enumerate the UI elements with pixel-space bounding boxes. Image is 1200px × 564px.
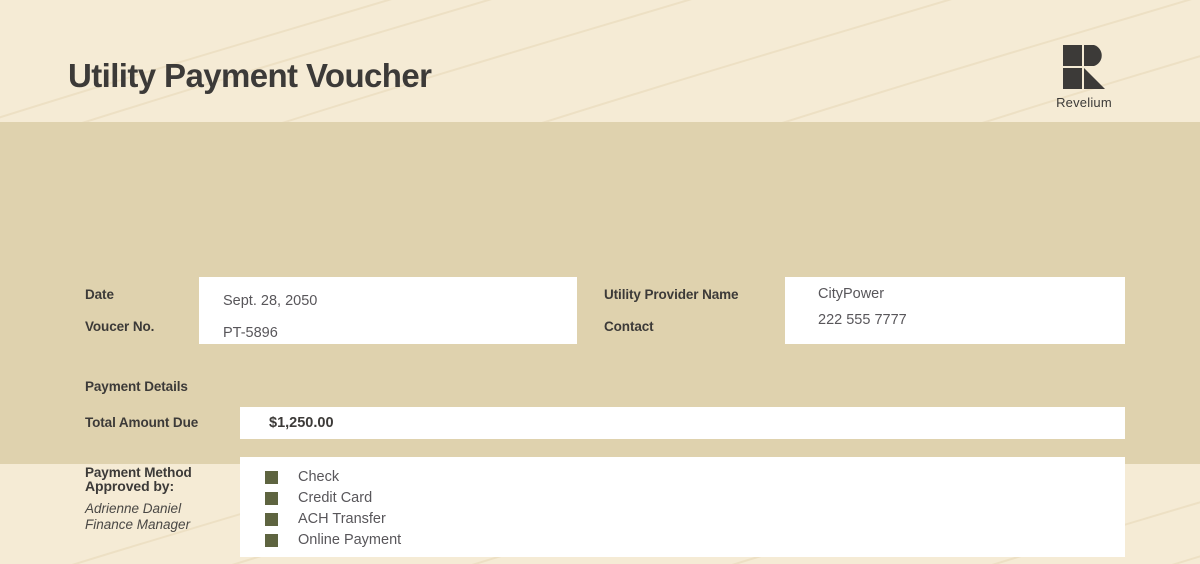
date-value: Sept. 28, 2050 <box>223 293 318 309</box>
footer-band <box>0 464 1200 564</box>
page-title: Utility Payment Voucher <box>68 57 432 94</box>
voucher-no-value: PT-5896 <box>223 325 278 341</box>
contact-label: Contact <box>604 319 654 334</box>
revelium-logo-icon <box>1063 45 1105 89</box>
right-field-box[interactable]: CityPower 222 555 7777 <box>785 277 1125 344</box>
left-field-box[interactable]: Sept. 28, 2050 PT-5896 <box>199 277 577 344</box>
main-content-band: Date Voucer No. Sept. 28, 2050 PT-5896 U… <box>0 122 1200 557</box>
brand-name: Revelium <box>1056 95 1112 110</box>
provider-value: CityPower <box>818 286 885 302</box>
payment-details-heading: Payment Details <box>85 379 188 394</box>
header-band: Utility Payment Voucher Revelium <box>0 0 1200 122</box>
total-amount-due-value: $1,250.00 <box>269 415 334 431</box>
voucher-no-label: Voucer No. <box>85 319 155 334</box>
date-label: Date <box>85 287 114 302</box>
brand-logo: Revelium <box>1046 44 1122 110</box>
total-amount-due-box[interactable]: $1,250.00 <box>240 407 1125 439</box>
contact-value: 222 555 7777 <box>818 312 907 328</box>
utility-payment-voucher: Utility Payment Voucher Revelium Date Vo… <box>0 0 1200 564</box>
total-amount-due-label: Total Amount Due <box>85 415 199 430</box>
provider-label: Utility Provider Name <box>604 287 739 302</box>
